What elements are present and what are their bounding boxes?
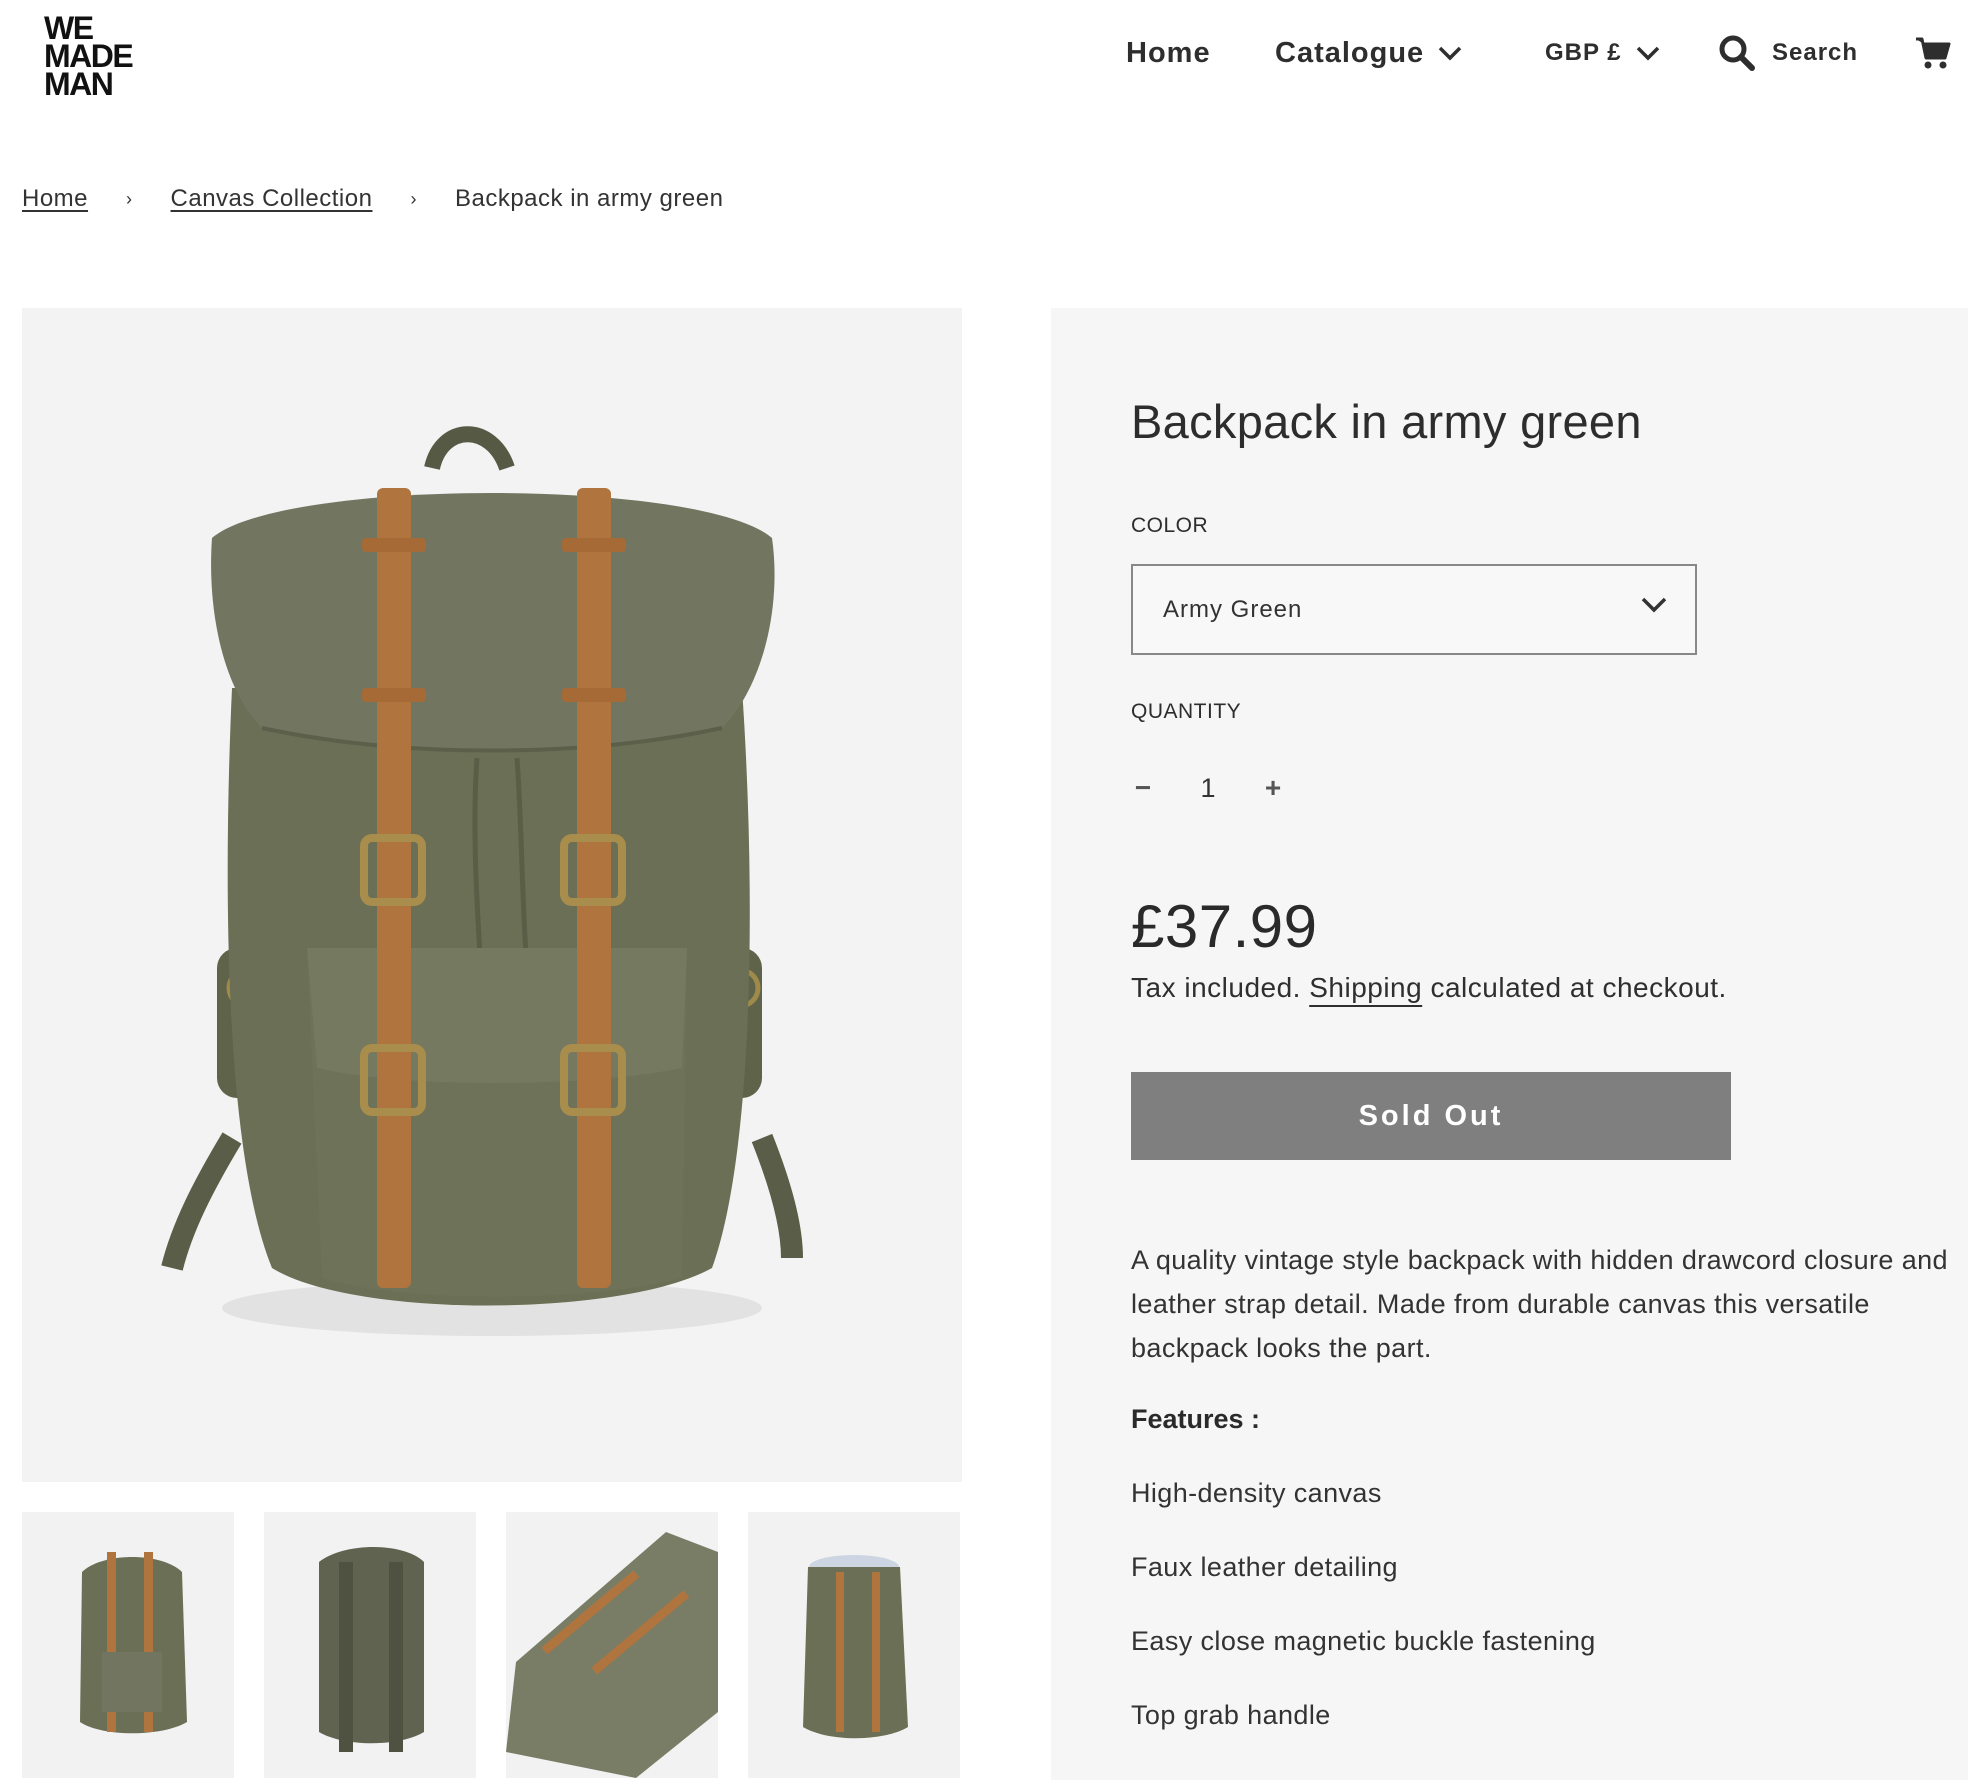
currency-selector[interactable]: GBP £	[1545, 30, 1660, 76]
currency-label: GBP £	[1545, 39, 1622, 66]
nav-catalogue-label: Catalogue	[1275, 36, 1425, 69]
feature-item: Easy close magnetic buckle fastening	[1131, 1626, 1596, 1656]
color-select[interactable]: Army Green	[1131, 564, 1697, 655]
cart-button[interactable]	[1915, 30, 1951, 76]
color-label: COLOR	[1131, 514, 1209, 537]
shipping-link[interactable]: Shipping	[1309, 972, 1422, 1003]
breadcrumb: Home › Canvas Collection › Backpack in a…	[22, 182, 723, 216]
color-select-value: Army Green	[1163, 595, 1303, 623]
product-main-image[interactable]	[22, 308, 962, 1482]
quantity-input[interactable]: 1	[1155, 773, 1261, 804]
breadcrumb-canvas-collection[interactable]: Canvas Collection	[171, 185, 373, 213]
search-icon	[1719, 35, 1755, 71]
site-header: WE MADE MAN Home Catalogue GBP £ Search	[0, 0, 1968, 110]
nav-home-link[interactable]: Home	[1126, 30, 1211, 76]
quantity-increase-button[interactable]: +	[1261, 772, 1285, 804]
thumbnail-image	[803, 1555, 908, 1739]
tax-note: Tax included. Shipping calculated at che…	[1131, 972, 1727, 1004]
search-button[interactable]: Search	[1718, 30, 1858, 76]
quantity-stepper: − 1 +	[1131, 756, 1285, 820]
thumbnail-image	[506, 1532, 718, 1778]
quantity-label: QUANTITY	[1131, 700, 1242, 723]
product-title: Backpack in army green	[1131, 395, 1642, 448]
features-heading: Features :	[1131, 1404, 1261, 1434]
thumbnail-top[interactable]	[506, 1512, 718, 1778]
logo-line-3: MAN	[44, 66, 114, 102]
backpack-image	[161, 426, 803, 1336]
breadcrumb-home[interactable]: Home	[22, 185, 88, 213]
brand-logo[interactable]: WE MADE MAN	[44, 12, 134, 102]
product-info-panel: Backpack in army green COLOR Army Green …	[1051, 308, 1968, 1780]
quantity-decrease-button[interactable]: −	[1131, 772, 1155, 804]
product-price: £37.99	[1131, 893, 1318, 960]
feature-item: Faux leather detailing	[1131, 1552, 1398, 1582]
tax-note-suffix: calculated at checkout.	[1430, 972, 1727, 1003]
breadcrumb-current: Backpack in army green	[454, 185, 724, 212]
product-description: A quality vintage style backpack with hi…	[1131, 1245, 1948, 1363]
thumbnail-image	[80, 1552, 187, 1734]
chevron-down-icon	[1641, 597, 1667, 613]
cart-icon	[1916, 37, 1951, 69]
tax-note-prefix: Tax included.	[1131, 972, 1301, 1003]
search-label: Search	[1772, 39, 1859, 66]
breadcrumb-separator: ›	[410, 188, 417, 209]
chevron-down-icon	[1438, 46, 1462, 61]
sold-out-button[interactable]: Sold Out	[1131, 1072, 1731, 1160]
thumbnail-image	[319, 1547, 424, 1752]
thumbnail-front[interactable]	[22, 1512, 234, 1778]
feature-item: High-density canvas	[1131, 1478, 1382, 1508]
thumbnail-open[interactable]	[748, 1512, 960, 1778]
chevron-down-icon	[1636, 46, 1659, 61]
thumbnail-back[interactable]	[264, 1512, 476, 1778]
feature-item: Top grab handle	[1131, 1700, 1331, 1730]
breadcrumb-separator: ›	[126, 188, 133, 209]
thumbnail-strip	[22, 1512, 962, 1778]
nav-catalogue-dropdown[interactable]: Catalogue	[1275, 30, 1462, 76]
